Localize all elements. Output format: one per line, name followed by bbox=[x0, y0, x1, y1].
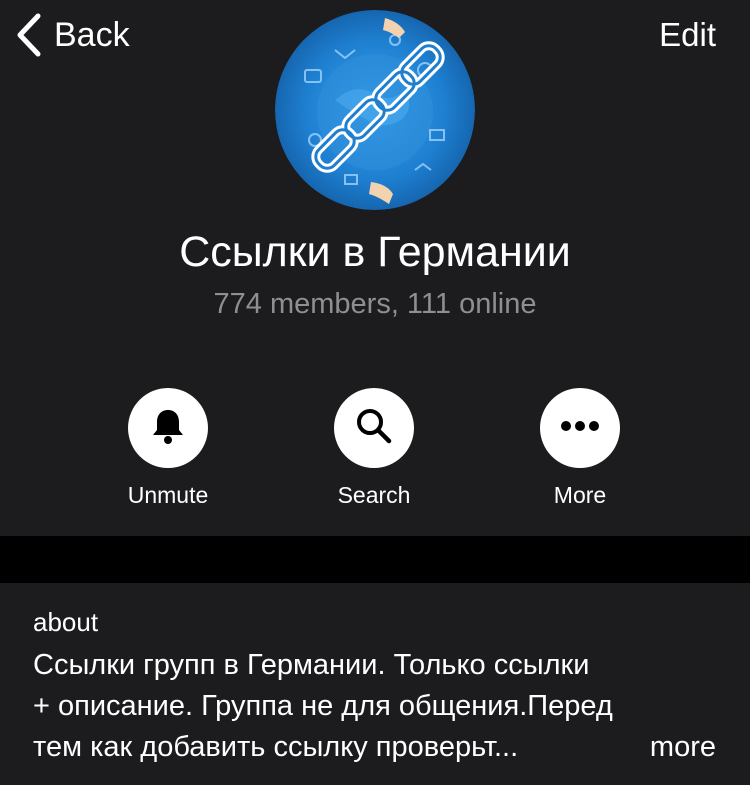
unmute-label: Unmute bbox=[127, 482, 209, 508]
chevron-left-icon bbox=[14, 12, 42, 58]
search-button[interactable]: Search bbox=[294, 388, 454, 509]
profile-header: Back Edit Ссылки в Германии 774 members,… bbox=[0, 0, 750, 536]
about-line: + описание. Группа не для общения.Перед bbox=[33, 690, 613, 722]
search-label: Search bbox=[337, 482, 411, 508]
back-button[interactable]: Back bbox=[14, 10, 130, 60]
about-description: Ссылки групп в Германии. Только ссылки +… bbox=[33, 645, 723, 768]
search-circle[interactable] bbox=[334, 388, 414, 468]
group-avatar[interactable] bbox=[275, 10, 475, 210]
more-button[interactable]: More bbox=[500, 388, 660, 509]
section-separator bbox=[0, 536, 750, 583]
more-label: More bbox=[553, 482, 607, 508]
group-members-count: 774 members, 111 online bbox=[213, 288, 537, 320]
about-more-link[interactable]: more bbox=[650, 727, 716, 768]
about-section: about Ссылки групп в Германии. Только сс… bbox=[0, 583, 750, 785]
group-title: Ссылки в Германии bbox=[179, 228, 571, 276]
back-label: Back bbox=[54, 15, 130, 54]
ellipsis-icon bbox=[560, 419, 600, 437]
about-label: about bbox=[33, 607, 99, 637]
about-line: Ссылки групп в Германии. Только ссылки bbox=[33, 649, 590, 681]
chain-link-icon bbox=[275, 10, 475, 210]
edit-button[interactable]: Edit bbox=[659, 10, 716, 60]
search-icon bbox=[354, 406, 394, 451]
unmute-circle[interactable] bbox=[128, 388, 208, 468]
bell-icon bbox=[150, 407, 186, 450]
unmute-button[interactable]: Unmute bbox=[88, 388, 248, 509]
more-circle[interactable] bbox=[540, 388, 620, 468]
about-line: тем как добавить ссылку проверьт... bbox=[33, 731, 519, 763]
